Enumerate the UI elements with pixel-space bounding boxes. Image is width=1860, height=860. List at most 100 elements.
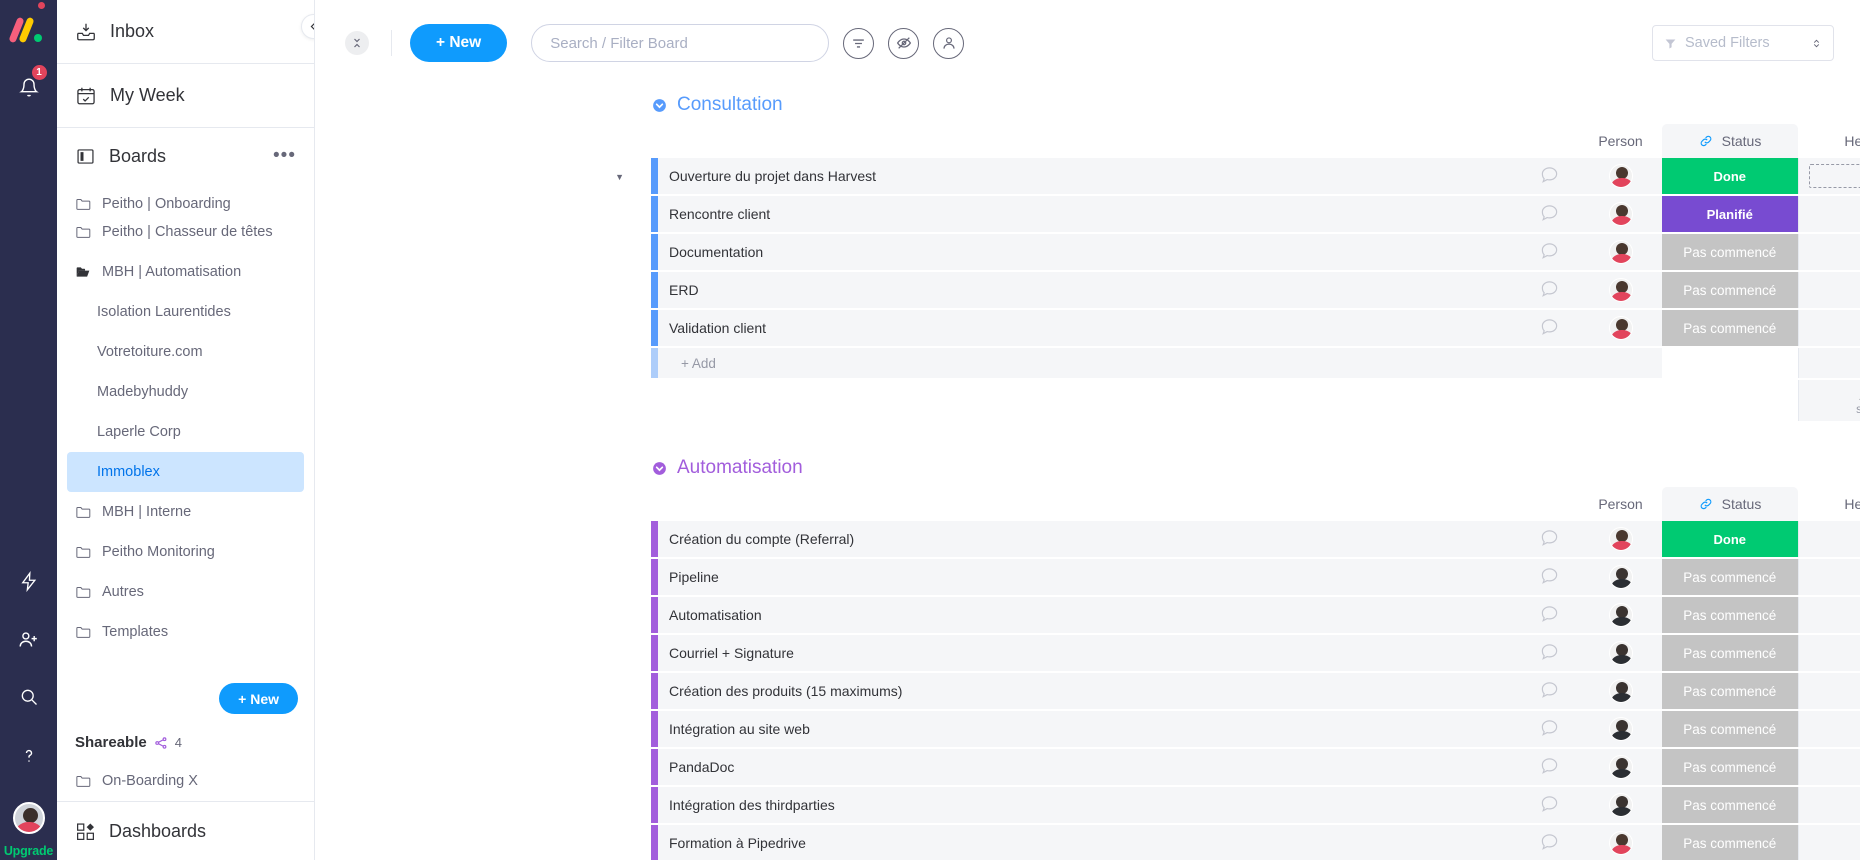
sidebar-new-button[interactable]: + New — [219, 683, 298, 714]
chat-bubble-icon[interactable] — [1540, 279, 1559, 298]
table-row[interactable]: Formation à Pipedrive Pas commencé 4 Jul… — [315, 824, 1860, 860]
item-status-cell[interactable]: Pas commencé — [1662, 786, 1798, 825]
item-status-cell[interactable]: Planifié — [1662, 195, 1798, 234]
item-name[interactable]: Pipeline — [669, 569, 719, 585]
status-badge[interactable]: Pas commencé — [1662, 272, 1798, 308]
avatar[interactable] — [1608, 755, 1633, 779]
table-row[interactable]: Pipeline Pas commencé 1 Jul 5 - 19 — [315, 558, 1860, 597]
item-status-cell[interactable]: Pas commencé — [1662, 596, 1798, 635]
table-row[interactable]: Création des produits (15 maximums) Pas … — [315, 672, 1860, 711]
status-badge[interactable]: Pas commencé — [1662, 749, 1798, 785]
chat-bubble-icon[interactable] — [1540, 241, 1559, 260]
item-chat-cell[interactable] — [1519, 672, 1579, 711]
item-chat-cell[interactable] — [1519, 309, 1579, 348]
item-person-cell[interactable] — [1579, 271, 1662, 310]
table-row[interactable]: Création du compte (Referral) Done ✔- — [315, 521, 1860, 559]
search-input[interactable] — [550, 34, 811, 52]
item-hours-cell[interactable]: 6 — [1797, 786, 1860, 825]
item-hours-cell[interactable]: 2 — [1797, 271, 1860, 310]
item-chat-cell[interactable] — [1519, 824, 1579, 860]
item-status-cell[interactable]: Pas commencé — [1662, 558, 1798, 597]
column-header-person[interactable]: Person — [1579, 124, 1662, 158]
item-name-cell[interactable]: ERD — [651, 271, 1519, 310]
chat-bubble-icon[interactable] — [1540, 203, 1559, 222]
item-name-cell[interactable]: Création du compte (Referral) — [651, 521, 1519, 559]
item-chat-cell[interactable] — [1519, 195, 1579, 234]
item-chat-cell[interactable] — [1519, 710, 1579, 749]
item-name-cell[interactable]: PandaDoc — [651, 748, 1519, 787]
item-person-cell[interactable] — [1579, 233, 1662, 272]
status-badge[interactable]: Pas commencé — [1662, 711, 1798, 747]
monday-logo[interactable] — [7, 14, 49, 48]
status-badge[interactable]: Pas commencé — [1662, 310, 1798, 346]
item-status-cell[interactable]: Pas commencé — [1662, 233, 1798, 272]
item-name[interactable]: Formation à Pipedrive — [669, 835, 806, 851]
item-chat-cell[interactable] — [1519, 634, 1579, 673]
item-hours-cell[interactable]: 1 — [1797, 634, 1860, 673]
status-badge[interactable]: Pas commencé — [1662, 635, 1798, 671]
item-chat-cell[interactable] — [1519, 271, 1579, 310]
item-name-cell[interactable]: Rencontre client — [651, 195, 1519, 234]
add-item-cell[interactable]: + Add — [651, 347, 1519, 380]
item-person-cell[interactable] — [1579, 748, 1662, 787]
item-chat-cell[interactable] — [1519, 558, 1579, 597]
avatar[interactable] — [1608, 164, 1633, 188]
invite-members-button[interactable] — [8, 618, 50, 660]
search-filter-box[interactable] — [531, 24, 830, 62]
user-avatar[interactable] — [12, 802, 45, 834]
item-hours-cell[interactable]: 1 — [1797, 710, 1860, 749]
item-name[interactable]: Rencontre client — [669, 206, 770, 222]
avatar[interactable] — [1608, 641, 1633, 665]
item-hours-cell[interactable]: 1 — [1797, 558, 1860, 597]
item-status-cell[interactable]: Pas commencé — [1662, 748, 1798, 787]
item-person-cell[interactable] — [1579, 786, 1662, 825]
sidebar-item-my-week[interactable]: My Week — [57, 64, 314, 128]
status-badge[interactable]: Pas commencé — [1662, 597, 1798, 633]
table-row[interactable]: Automatisation Pas commencé 3 Jul 5 - 19 — [315, 596, 1860, 635]
sidebar-item-on-boarding-x[interactable]: On-Boarding X — [67, 761, 304, 801]
status-badge[interactable]: Pas commencé — [1662, 559, 1798, 595]
table-row[interactable]: Documentation Pas commencé 2 Jul 2 - 4 — [315, 233, 1860, 272]
table-row[interactable]: Intégration des thirdparties Pas commenc… — [315, 786, 1860, 825]
chat-bubble-icon[interactable] — [1540, 165, 1559, 184]
item-chat-cell[interactable] — [1519, 158, 1579, 196]
person-filter-button[interactable] — [933, 27, 965, 59]
item-hours-cell[interactable]: 4 — [1797, 824, 1860, 860]
table-row[interactable]: Rencontre client Planifié 6 Jul 2 - 4 — [315, 195, 1860, 234]
table-row[interactable]: ▼ Ouverture du projet dans Harvest Done … — [315, 158, 1860, 196]
sidebar-item-mbh-automatisation[interactable]: MBH | Automatisation — [67, 252, 304, 292]
table-row[interactable]: Validation client Pas commencé 2 Jul 2 -… — [315, 309, 1860, 348]
chat-bubble-icon[interactable] — [1540, 317, 1559, 336]
item-name-cell[interactable]: Ouverture du projet dans Harvest — [651, 158, 1519, 196]
item-name[interactable]: PandaDoc — [669, 759, 734, 775]
help-button[interactable] — [8, 734, 50, 776]
item-status-cell[interactable]: Pas commencé — [1662, 710, 1798, 749]
item-person-cell[interactable] — [1579, 596, 1662, 635]
item-status-cell[interactable]: Pas commencé — [1662, 309, 1798, 348]
chat-bubble-icon[interactable] — [1540, 528, 1559, 547]
group-collapse-caret[interactable] — [651, 460, 668, 477]
status-badge[interactable]: Pas commencé — [1662, 825, 1798, 860]
status-badge[interactable]: Done — [1662, 521, 1798, 557]
item-name[interactable]: Ouverture du projet dans Harvest — [669, 168, 876, 184]
item-person-cell[interactable] — [1579, 710, 1662, 749]
sidebar-item-dashboards[interactable]: Dashboards — [57, 802, 314, 860]
avatar[interactable] — [1608, 603, 1633, 627]
sidebar-item-peitho-chasseur-de-t-tes[interactable]: Peitho | Chasseur de têtes — [67, 212, 304, 252]
collapse-rows-button[interactable] — [345, 31, 369, 55]
sidebar-item-mbh-interne[interactable]: MBH | Interne — [67, 492, 304, 532]
item-person-cell[interactable] — [1579, 309, 1662, 348]
item-name[interactable]: Automatisation — [669, 607, 762, 623]
item-name-cell[interactable]: Documentation — [651, 233, 1519, 272]
hide-columns-button[interactable] — [888, 27, 920, 59]
hours-empty-placeholder[interactable] — [1808, 164, 1860, 188]
avatar[interactable] — [1608, 527, 1633, 551]
item-person-cell[interactable] — [1579, 558, 1662, 597]
item-person-cell[interactable] — [1579, 824, 1662, 860]
status-badge[interactable]: Pas commencé — [1662, 787, 1798, 823]
chat-bubble-icon[interactable] — [1540, 642, 1559, 661]
avatar[interactable] — [1608, 679, 1633, 703]
column-header-status[interactable]: Status — [1662, 487, 1798, 521]
item-status-cell[interactable]: Pas commencé — [1662, 672, 1798, 711]
avatar[interactable] — [1608, 202, 1633, 226]
